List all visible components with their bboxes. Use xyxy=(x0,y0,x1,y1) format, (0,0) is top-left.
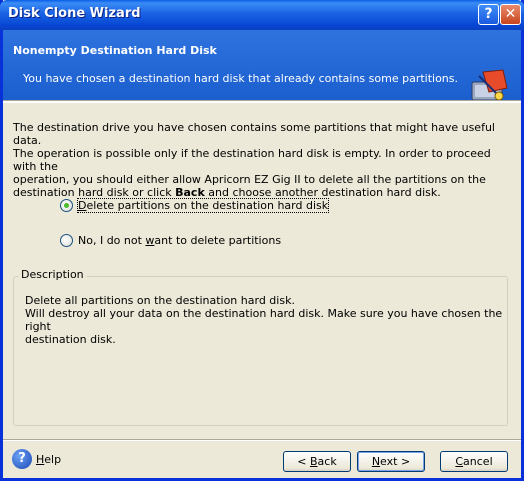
header-divider xyxy=(3,100,521,103)
cancel-accelerator: C xyxy=(455,455,464,468)
keep-partitions-radio[interactable] xyxy=(60,233,73,247)
explanation-text: The destination drive you have chosen co… xyxy=(13,121,513,199)
disk-wizard-icon xyxy=(471,69,508,101)
next-accelerator: N xyxy=(371,455,381,468)
description-line-3: destination disk. xyxy=(25,333,116,346)
keep-label-start: No, I do not xyxy=(78,233,146,247)
description-line-2: Will destroy all your data on the destin… xyxy=(25,307,503,333)
window-title: Disk Clone Wizard xyxy=(8,6,141,21)
help-label-rest: elp xyxy=(44,452,62,466)
back-prefix: < xyxy=(297,455,310,468)
keep-partitions-option[interactable]: No, I do not want to delete partitions xyxy=(60,231,281,249)
close-button[interactable]: ✕ xyxy=(500,4,521,25)
next-label-rest: ext > xyxy=(380,455,411,468)
help-title-button[interactable]: ? xyxy=(478,4,499,25)
delete-partitions-option[interactable]: Delete partitions on the destination har… xyxy=(60,196,330,214)
keep-label-end: ant to delete partitions xyxy=(154,233,282,247)
wizard-header: Nonempty Destination Hard Disk You have … xyxy=(3,30,521,101)
page-title: Nonempty Destination Hard Disk xyxy=(13,44,217,57)
title-bar: Disk Clone Wizard ? ✕ xyxy=(0,0,524,30)
description-text: Delete all partitions on the destination… xyxy=(25,294,505,346)
keep-partitions-label[interactable]: No, I do not want to delete partitions xyxy=(78,234,281,247)
help-icon: ? xyxy=(12,449,32,469)
cancel-label-rest: ancel xyxy=(463,455,493,468)
next-button[interactable]: Next > xyxy=(357,451,425,472)
back-accelerator: B xyxy=(310,455,318,468)
page-subtitle: You have chosen a destination hard disk … xyxy=(23,72,459,85)
description-line-1: Delete all partitions on the destination… xyxy=(25,294,295,307)
explanation-line-1: The destination drive you have chosen co… xyxy=(13,121,495,147)
delete-partitions-label[interactable]: Delete partitions on the destination har… xyxy=(76,197,330,213)
disk-clone-wizard-window: Disk Clone Wizard ? ✕ Nonempty Destinati… xyxy=(0,0,524,481)
delete-label-rest: elete partitions on the destination hard… xyxy=(86,198,329,212)
explanation-line-3: operation, you should either allow Apric… xyxy=(13,173,486,186)
back-label-rest: ack xyxy=(317,455,337,468)
back-button[interactable]: < Back xyxy=(283,451,351,472)
help-link[interactable]: ? Help xyxy=(12,449,61,469)
help-label[interactable]: Help xyxy=(36,453,61,466)
delete-partitions-radio[interactable] xyxy=(60,198,73,212)
description-legend: Description xyxy=(18,268,87,281)
explanation-line-2: The operation is possible only if the de… xyxy=(13,147,491,173)
cancel-button[interactable]: Cancel xyxy=(440,451,508,472)
footer-divider xyxy=(3,439,521,441)
